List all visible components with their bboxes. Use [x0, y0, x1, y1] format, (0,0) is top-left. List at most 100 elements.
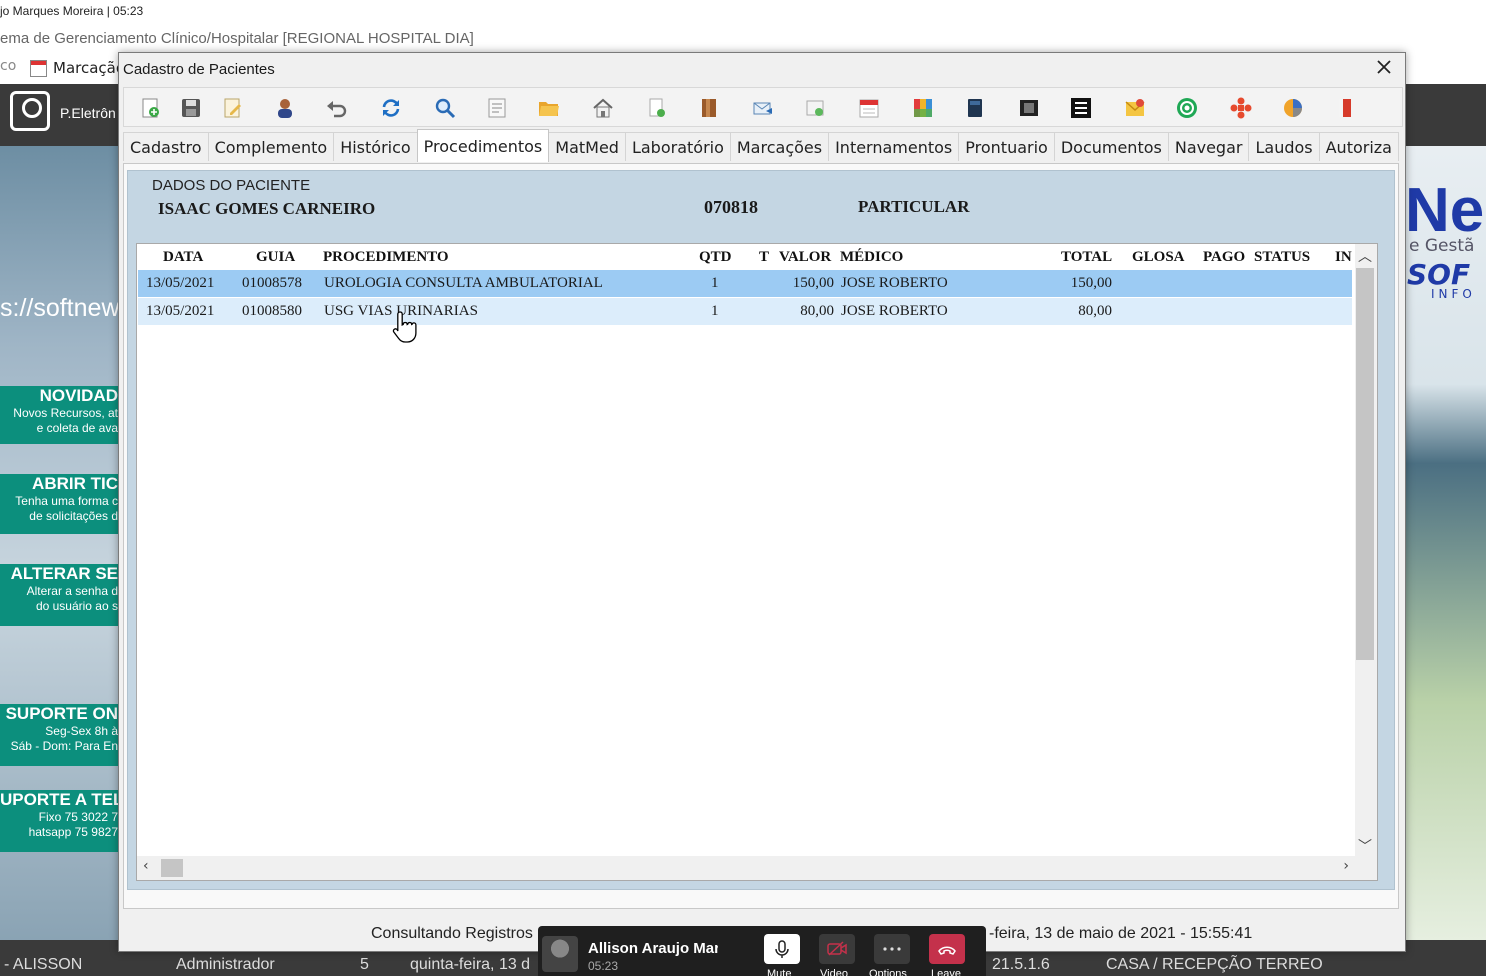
- table-row[interactable]: 13/05/2021 01008578 UROLOGIA CONSULTA AM…: [138, 270, 1352, 297]
- col-procedimento[interactable]: PROCEDIMENTO: [323, 249, 449, 266]
- tab-cadastro[interactable]: Cadastro: [123, 132, 209, 161]
- col-qtd[interactable]: QTD: [699, 249, 732, 266]
- status-message: Consultando Registros: [371, 925, 533, 942]
- brand-info: INFO: [1431, 287, 1476, 301]
- cell-medico: JOSE ROBERTO: [841, 303, 948, 319]
- tab-historico[interactable]: Histórico: [333, 132, 418, 161]
- horizontal-scroll-thumb[interactable]: [161, 859, 183, 877]
- add-document-button[interactable]: [644, 95, 670, 121]
- user-icon: [278, 99, 292, 118]
- col-valor[interactable]: VALOR: [779, 249, 831, 266]
- list-button[interactable]: [484, 95, 510, 121]
- refresh-button[interactable]: [378, 95, 404, 121]
- tab-complemento[interactable]: Complemento: [207, 132, 335, 161]
- promo-line: Seg-Sex 8h à: [45, 724, 118, 738]
- scroll-down-icon[interactable]: ﹀: [1358, 836, 1372, 856]
- promo-line: Sáb - Dom: Para En: [10, 739, 118, 753]
- undo-button[interactable]: [324, 95, 350, 121]
- patient-section-label: DADOS DO PACIENTE: [152, 177, 311, 194]
- cell-procedimento: UROLOGIA CONSULTA AMBULATORIAL: [324, 275, 603, 291]
- col-glosa[interactable]: GLOSA: [1132, 249, 1185, 266]
- scroll-up-icon[interactable]: ︿: [1358, 246, 1372, 266]
- whatsapp-icon: [1177, 98, 1197, 118]
- menu-list-icon: [1071, 98, 1091, 118]
- promo-line: e coleta de ava: [36, 421, 118, 435]
- tab-internamentos[interactable]: Internamentos: [828, 132, 960, 161]
- promo-password[interactable]: ALTERAR SE Alterar a senha d do usuário …: [0, 564, 120, 626]
- exit-button[interactable]: [1332, 95, 1358, 121]
- col-in[interactable]: IN: [1335, 249, 1352, 266]
- user-label[interactable]: P.Eletrôn: [60, 105, 116, 121]
- calendar-icon: [859, 99, 879, 118]
- statistics-button[interactable]: [1280, 95, 1306, 121]
- calendar-button[interactable]: [856, 95, 882, 121]
- toolbar: [123, 87, 1403, 127]
- vertical-scrollbar[interactable]: ︿ ﹀: [1355, 244, 1377, 858]
- video-button[interactable]: [819, 934, 855, 964]
- promo-news[interactable]: NOVIDAD Novos Recursos, at e coleta de a…: [0, 386, 120, 444]
- open-folder-button[interactable]: [536, 95, 562, 121]
- close-icon: [1377, 60, 1391, 74]
- col-pago[interactable]: PAGO: [1203, 249, 1245, 266]
- whatsapp-button[interactable]: [1174, 95, 1200, 121]
- book-button[interactable]: [696, 95, 722, 121]
- scroll-right-icon[interactable]: ›: [1343, 858, 1349, 874]
- table-row[interactable]: 13/05/2021 01008580 USG VIAS URINARIAS 1…: [138, 298, 1352, 325]
- promo-support-phone[interactable]: UPORTE A TEL Fixo 75 3022 7 hatsapp 75 9…: [0, 790, 120, 852]
- tab-bar: Cadastro Complemento Histórico Procedime…: [123, 129, 1399, 162]
- search-button[interactable]: [432, 95, 458, 121]
- tab-prontuario[interactable]: Prontuario: [958, 132, 1055, 161]
- envelope-button[interactable]: [1122, 95, 1148, 121]
- procedures-grid[interactable]: DATA GUIA PROCEDIMENTO QTD T VALOR MÉDIC…: [136, 243, 1378, 881]
- menu-item-marcacao[interactable]: Marcação: [30, 56, 125, 80]
- notebook-button[interactable]: [962, 95, 988, 121]
- scroll-left-icon[interactable]: ‹: [143, 858, 149, 874]
- exit-icon: [1339, 99, 1351, 117]
- tab-autoriza[interactable]: Autoriza: [1318, 132, 1399, 161]
- options-button[interactable]: [874, 934, 910, 964]
- card-button[interactable]: [802, 95, 828, 121]
- leave-label: Leave: [931, 968, 961, 976]
- col-medico[interactable]: MÉDICO: [840, 249, 903, 266]
- medical-cross-icon: [1230, 97, 1252, 119]
- promo-support-online[interactable]: SUPORTE ON Seg-Sex 8h à Sáb - Dom: Para …: [0, 704, 120, 766]
- status-num: 5: [360, 956, 369, 973]
- film-button[interactable]: [1016, 95, 1042, 121]
- call-duration: 05:23: [588, 959, 619, 973]
- mute-button[interactable]: [764, 934, 800, 964]
- vertical-scroll-thumb[interactable]: [1356, 268, 1374, 660]
- close-button[interactable]: [1373, 58, 1395, 80]
- tab-laudos[interactable]: Laudos: [1248, 132, 1320, 161]
- banner-url: s://softnew: [0, 294, 120, 322]
- menu-list-button[interactable]: [1068, 95, 1094, 121]
- status-version: 21.5.1.6: [992, 956, 1050, 973]
- status-location: CASA / RECEPÇÃO TERREO: [1106, 956, 1323, 973]
- user-profile-icon[interactable]: [10, 91, 50, 131]
- home-button[interactable]: [590, 95, 616, 121]
- horizontal-scrollbar[interactable]: ‹ ›: [137, 856, 1377, 880]
- promo-ticket[interactable]: ABRIR TIC Tenha uma forma c de solicitaç…: [0, 474, 120, 534]
- col-t[interactable]: T: [759, 249, 769, 266]
- leave-button[interactable]: [929, 934, 965, 964]
- tab-documentos[interactable]: Documentos: [1053, 132, 1169, 161]
- email-button[interactable]: [750, 95, 776, 121]
- col-total[interactable]: TOTAL: [1061, 249, 1112, 266]
- tab-navegar[interactable]: Navegar: [1167, 132, 1250, 161]
- tab-laboratorio[interactable]: Laboratório: [624, 132, 731, 161]
- medical-button[interactable]: [1228, 95, 1254, 121]
- tab-marcacoes[interactable]: Marcações: [729, 132, 830, 161]
- patient-registration-dialog: Cadastro de Pacientes Cadastro Complemen…: [118, 52, 1406, 952]
- chart-button[interactable]: [910, 95, 936, 121]
- tab-procedimentos[interactable]: Procedimentos: [416, 129, 550, 162]
- promo-line: de solicitações d: [29, 509, 118, 523]
- patient-button[interactable]: [272, 95, 298, 121]
- call-control-bar: Allison Araujo Marc 05:23 Mute Video Opt…: [538, 926, 986, 976]
- col-guia[interactable]: GUIA: [256, 249, 295, 266]
- new-button[interactable]: [138, 95, 164, 121]
- tab-matmed[interactable]: MatMed: [548, 132, 626, 161]
- col-data[interactable]: DATA: [163, 249, 203, 266]
- book-icon: [702, 99, 716, 117]
- save-button[interactable]: [178, 95, 204, 121]
- edit-button[interactable]: [220, 95, 246, 121]
- col-status[interactable]: STATUS: [1254, 249, 1310, 266]
